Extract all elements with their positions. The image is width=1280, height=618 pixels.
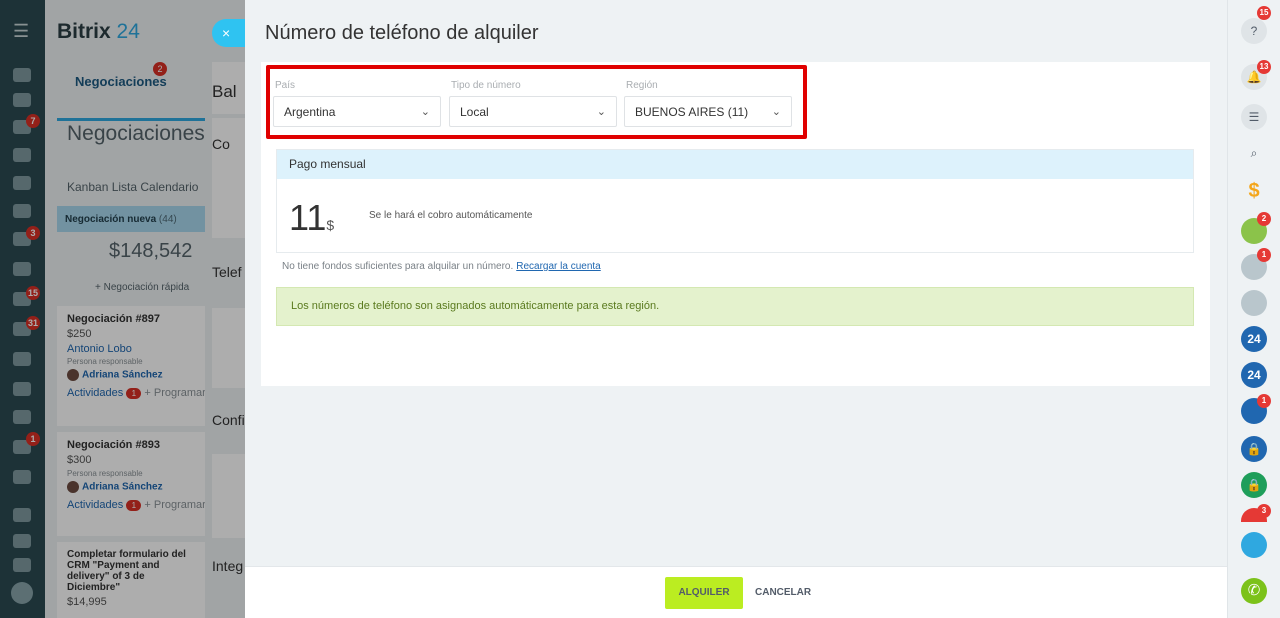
cancel-button[interactable]: CANCELAR	[755, 577, 811, 609]
monthly-payment-box: Pago mensual 11$ Se le hará el cobro aut…	[276, 149, 1194, 253]
selector-highlight: País Argentina ⌄ Tipo de número Local ⌄ …	[266, 65, 807, 139]
lock-icon[interactable]: 🔒	[1241, 436, 1267, 462]
notification-badge: 13	[1257, 60, 1271, 74]
insufficient-funds-text: No tiene fondos suficientes para alquila…	[282, 261, 601, 272]
right-toolbar: ? 15 🔔 13 ☰ ⌕ $ 2 1 24 24 1 🔒 🔒 3 ✆	[1227, 0, 1280, 618]
chevron-down-icon: ⌄	[596, 106, 606, 118]
region-field: Región BUENOS AIRES (11) ⌄	[624, 80, 792, 127]
partial-badge: 3	[1257, 504, 1271, 518]
dollar-icon[interactable]: $	[1241, 178, 1267, 204]
payment-amount: 11$	[289, 197, 335, 238]
group-badge: 1	[1257, 248, 1271, 262]
currency-symbol: $	[326, 217, 335, 233]
phone-icon[interactable]: ✆	[1241, 578, 1267, 604]
close-slider-button[interactable]: ×	[212, 19, 246, 47]
user-avatar[interactable]	[1241, 290, 1267, 316]
auto-assign-notice: Los números de teléfono son asignados au…	[276, 287, 1194, 326]
search-icon[interactable]: ⌕	[1241, 140, 1267, 166]
slider-title: Número de teléfono de alquiler	[265, 22, 539, 44]
slider-content: País Argentina ⌄ Tipo de número Local ⌄ …	[261, 62, 1210, 386]
bitrix24-icon[interactable]: 24	[1241, 362, 1267, 388]
country-field: País Argentina ⌄	[273, 80, 441, 127]
calendar-badge: 2	[1257, 212, 1271, 226]
number-type-value: Local	[460, 105, 489, 119]
modal-overlay[interactable]	[0, 0, 245, 618]
close-icon: ×	[222, 25, 231, 41]
recharge-link[interactable]: Recargar la cuenta	[516, 261, 601, 272]
lock-icon[interactable]: 🔒	[1241, 472, 1267, 498]
bitrix24-icon[interactable]: 24	[1241, 326, 1267, 352]
country-select[interactable]: Argentina ⌄	[273, 96, 441, 127]
users-badge: 1	[1257, 394, 1271, 408]
payment-note: Se le hará el cobro automáticamente	[369, 210, 533, 221]
country-label: País	[275, 80, 296, 91]
region-select[interactable]: BUENOS AIRES (11) ⌄	[624, 96, 792, 127]
number-type-label: Tipo de número	[451, 80, 521, 91]
payment-header: Pago mensual	[277, 150, 1193, 179]
chat-icon[interactable]: ☰	[1241, 104, 1267, 130]
help-badge: 15	[1257, 6, 1271, 20]
rent-number-slider: Número de teléfono de alquiler País Arge…	[245, 0, 1227, 618]
number-type-select[interactable]: Local ⌄	[449, 96, 617, 127]
country-value: Argentina	[284, 105, 336, 119]
chevron-down-icon: ⌄	[771, 106, 781, 118]
document-icon[interactable]	[1241, 532, 1267, 558]
region-label: Región	[626, 80, 658, 91]
slider-footer: ALQUILER CANCELAR	[245, 566, 1227, 618]
help-icon[interactable]: ?	[1241, 18, 1267, 44]
number-type-field: Tipo de número Local ⌄	[449, 80, 617, 127]
chevron-down-icon: ⌄	[420, 106, 430, 118]
region-value: BUENOS AIRES (11)	[635, 105, 749, 119]
rent-button[interactable]: ALQUILER	[665, 577, 743, 609]
